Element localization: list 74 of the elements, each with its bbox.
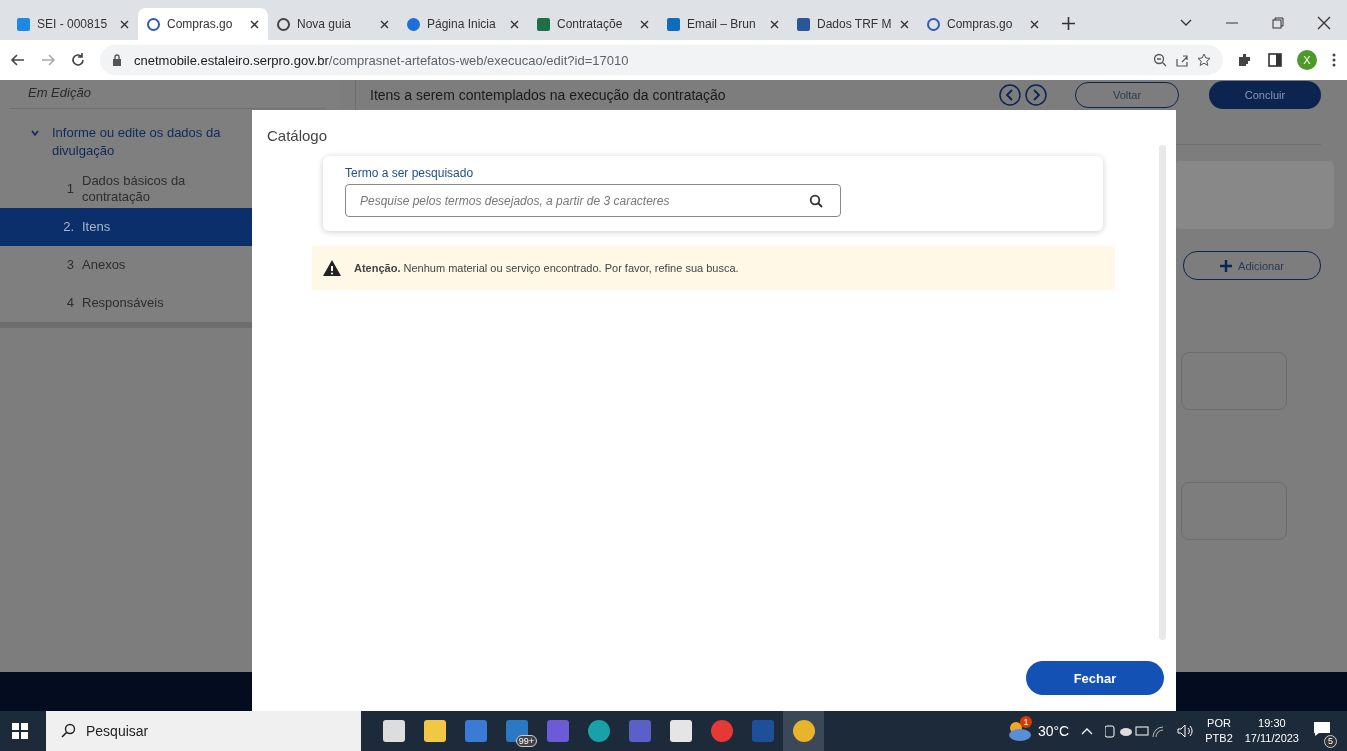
share-icon[interactable] (1175, 53, 1189, 67)
search-icon (60, 723, 76, 739)
browser-tab[interactable]: Compras.go (918, 8, 1048, 40)
reload-icon[interactable] (70, 52, 86, 68)
taskbar-app[interactable]: 99+ (496, 711, 537, 751)
close-icon[interactable] (1030, 19, 1039, 29)
app-icon (710, 720, 733, 742)
close-icon[interactable] (510, 19, 519, 29)
address-bar[interactable]: cnetmobile.estaleiro.serpro.gov.br/comprasnet-artefatos-web/execucao/edit?id=17010 (100, 45, 1223, 75)
site-icon (667, 17, 680, 31)
menu-icon[interactable] (1331, 52, 1337, 68)
page-heading: Itens a serem contemplados na execução da contratação (370, 87, 726, 103)
language-indicator[interactable]: POR PTB2 (1205, 716, 1233, 746)
plus-icon (1220, 259, 1233, 272)
taskbar-search-field[interactable]: Pesquisar (46, 711, 361, 751)
app-icon (792, 720, 815, 742)
next-icon[interactable] (1025, 84, 1047, 106)
dialog-title: Catálogo (266, 126, 329, 144)
field-label: Termo a ser pesquisado (345, 166, 475, 180)
finish-button[interactable]: Concluir (1209, 81, 1321, 109)
restore-icon[interactable] (1271, 16, 1285, 30)
site-icon (537, 17, 550, 31)
search-icon[interactable] (809, 194, 823, 208)
browser-tab[interactable]: Compras.go (138, 8, 268, 40)
site-icon (147, 17, 160, 31)
app-icon (382, 720, 405, 742)
tray-icons-drawing[interactable] (1105, 724, 1166, 738)
zoom-icon[interactable] (1153, 53, 1167, 67)
browser-tab[interactable]: Email – Brun (658, 8, 788, 40)
site-icon (797, 17, 810, 31)
app-icon (669, 720, 692, 742)
chat-icon (1313, 720, 1331, 737)
windows-icon[interactable] (12, 723, 28, 739)
close-icon[interactable] (1317, 16, 1331, 30)
count-badge: 5 (1324, 734, 1337, 748)
count-badge: 99+ (515, 735, 537, 747)
close-icon[interactable] (250, 19, 259, 29)
browser-tab[interactable]: Contrataçõe (528, 8, 658, 40)
back-icon[interactable] (10, 52, 26, 68)
notification-button[interactable]: 5 (1311, 714, 1337, 748)
alert-badge: 1 (1019, 716, 1032, 728)
lock-icon (112, 54, 122, 66)
close-icon[interactable] (380, 19, 389, 29)
close-button[interactable]: Fechar (1026, 661, 1164, 695)
star-icon[interactable] (1197, 53, 1211, 67)
app-icon (628, 720, 651, 742)
browser-tab[interactable]: Página Inicia (398, 8, 528, 40)
side-panel-icon[interactable] (1267, 52, 1283, 68)
clock[interactable]: 19:30 17/11/2023 (1244, 716, 1299, 746)
app-icon (546, 720, 569, 742)
taskbar-app[interactable] (783, 711, 824, 751)
speaker-icon[interactable] (1177, 724, 1194, 738)
site-icon (407, 17, 420, 31)
close-icon[interactable] (900, 19, 909, 29)
app-icon (464, 720, 487, 742)
app-icon (751, 720, 774, 742)
new-tab-icon[interactable] (1062, 17, 1075, 30)
close-icon[interactable] (640, 19, 649, 29)
app-icon (423, 720, 446, 742)
site-icon (277, 17, 290, 31)
site-icon (17, 17, 30, 31)
alert-message: Atenção. Nenhum material ou serviço encontrado. Por favor, refine sua busca. (354, 262, 739, 274)
browser-tab[interactable]: SEI - 000815 (8, 8, 138, 40)
previous-icon[interactable] (999, 84, 1021, 106)
warning-icon (322, 259, 342, 277)
status-label: Em Edição (10, 80, 326, 109)
app-icon (587, 720, 610, 742)
browser-tab[interactable]: Dados TRF M (788, 8, 918, 40)
close-icon[interactable] (120, 19, 129, 29)
site-icon (927, 17, 940, 31)
search-field[interactable]: Pesquise pelos termos desejados, a partir de 3 caracteres (345, 184, 841, 217)
close-icon[interactable] (770, 19, 779, 29)
browser-tab[interactable]: Nova guia (268, 8, 398, 40)
puzzle-icon[interactable] (1237, 52, 1253, 68)
